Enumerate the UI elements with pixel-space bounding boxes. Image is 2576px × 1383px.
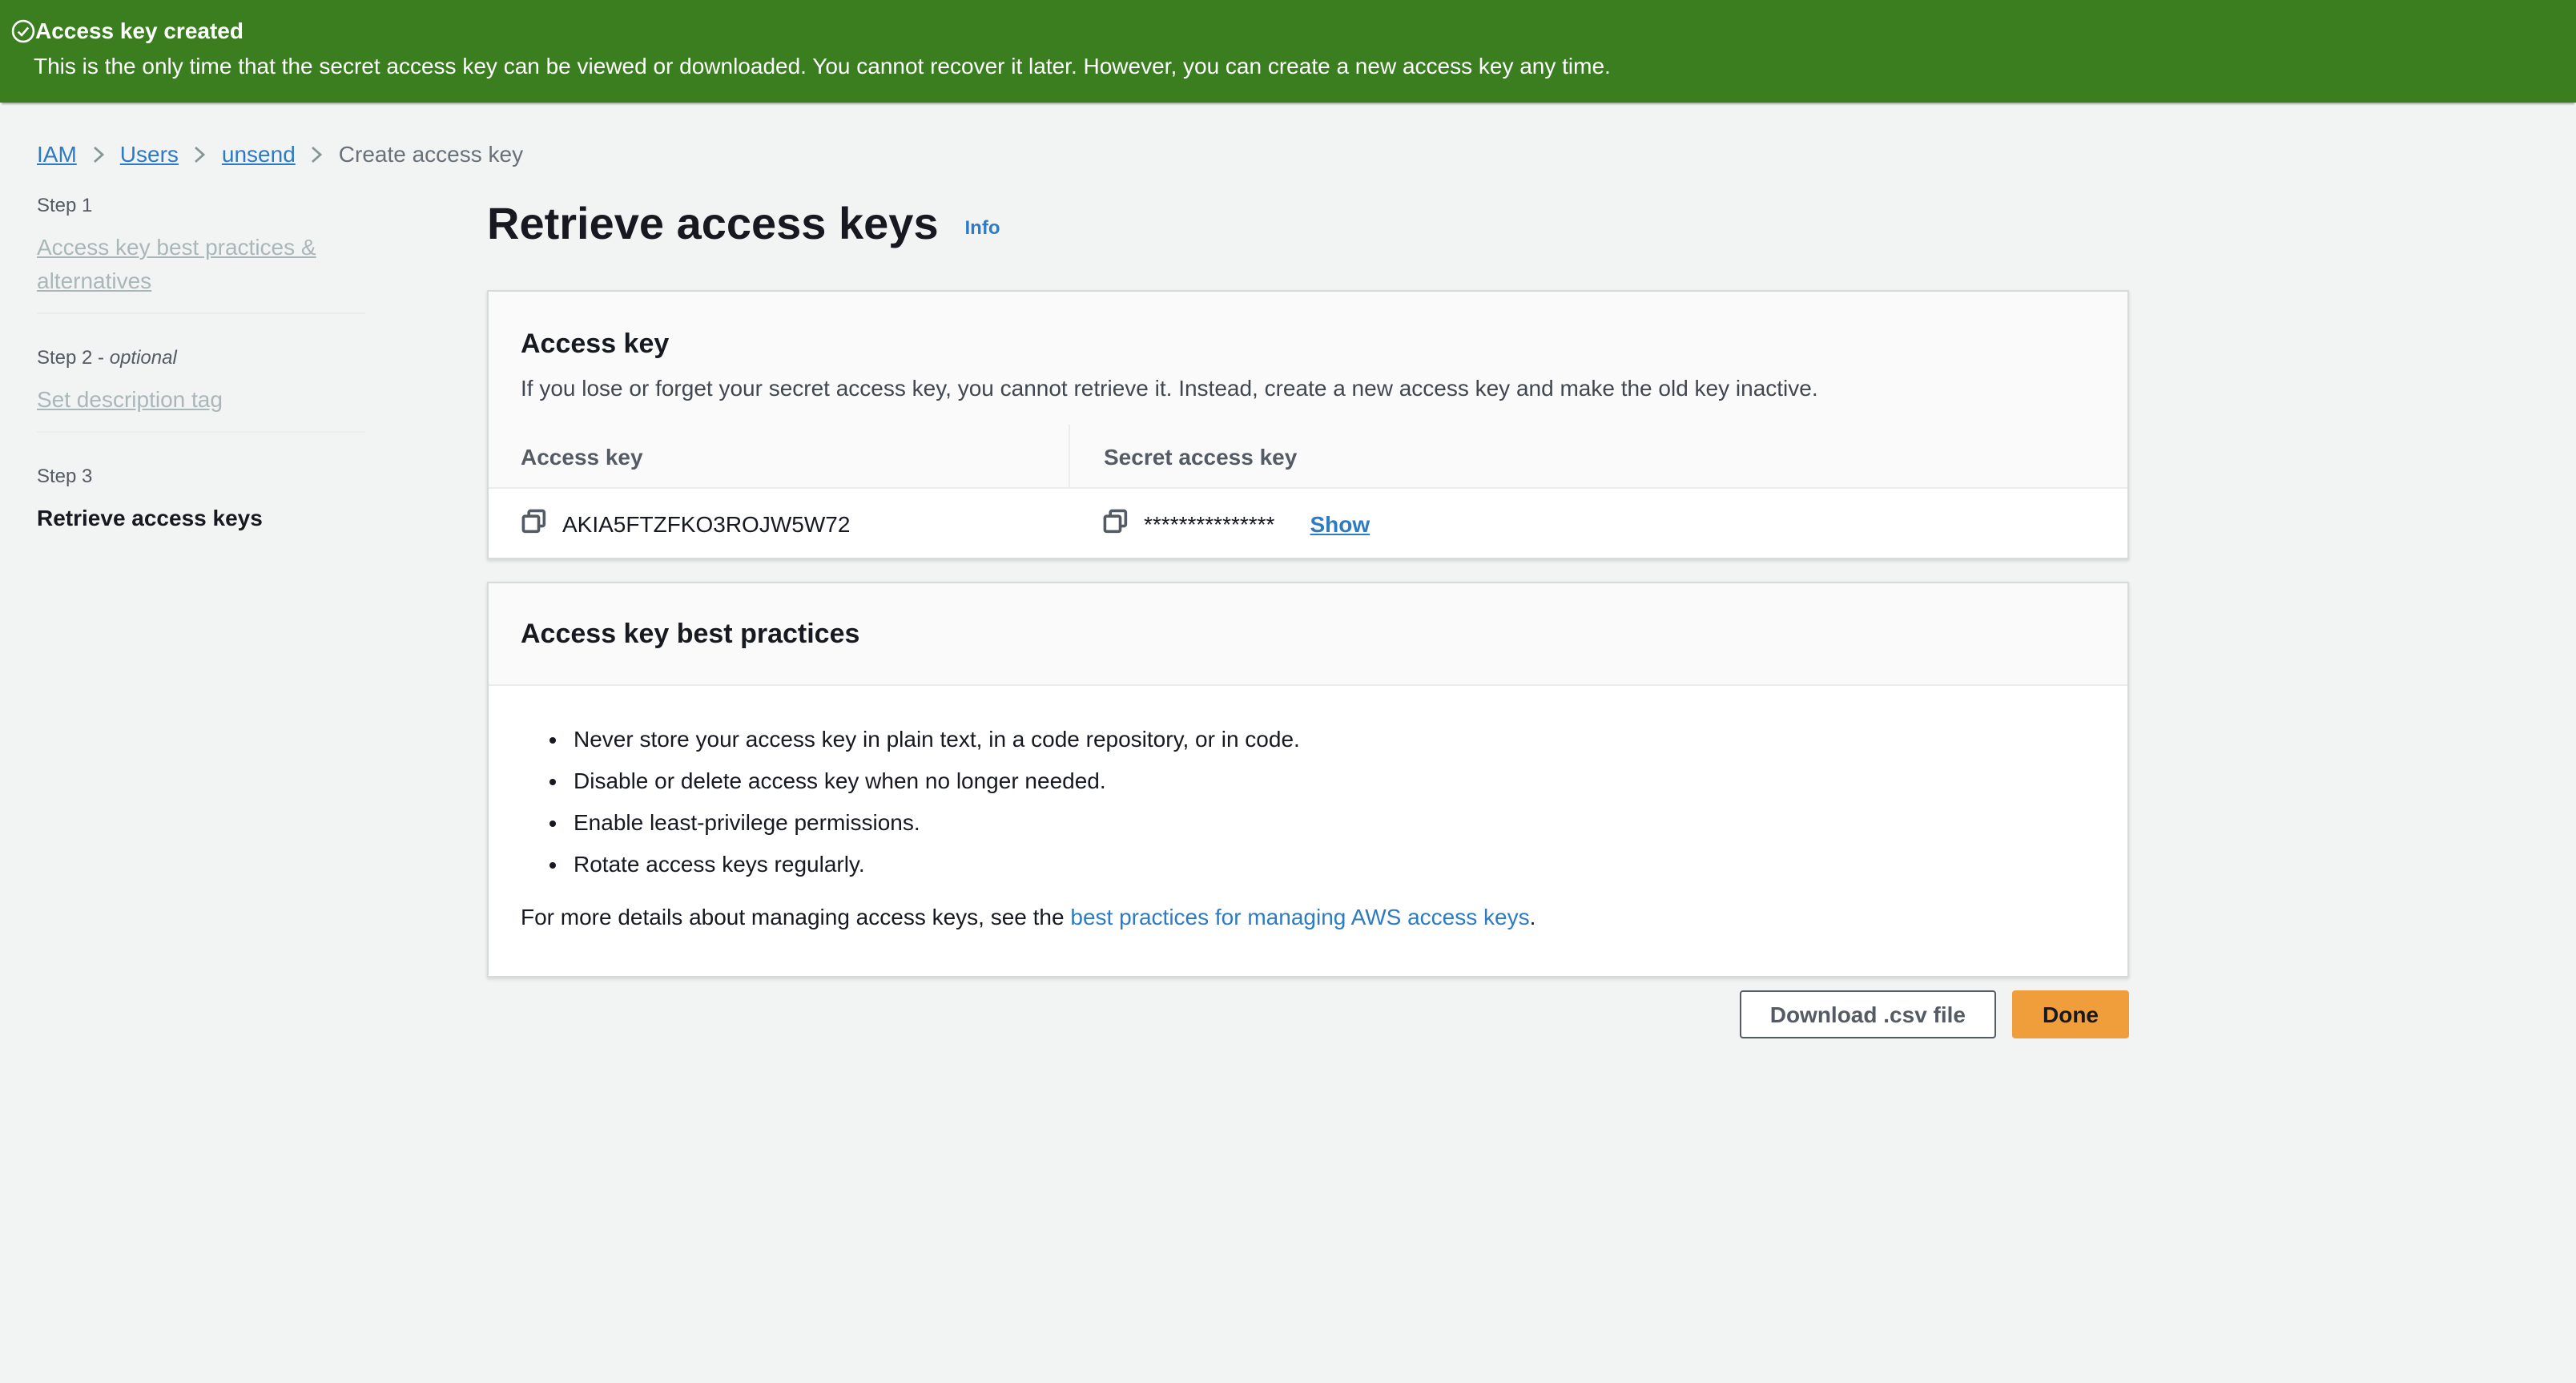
best-practices-card-title: Access key best practices <box>521 617 2095 651</box>
actions-bar: Download .csv file Done <box>487 990 2129 1038</box>
access-key-card-header: Access key If you lose or forget your se… <box>489 292 2127 425</box>
best-practices-footer: For more details about managing access k… <box>521 901 2095 933</box>
step-2-title: Set description tag <box>37 383 365 417</box>
step-1-link[interactable]: Access key best practices & alternatives <box>37 234 316 293</box>
best-practices-link[interactable]: best practices for managing AWS access k… <box>1070 904 1529 929</box>
step-2-label: Step 2 - optional <box>37 348 365 367</box>
step-3-title-current: Retrieve access keys <box>37 502 365 535</box>
best-practices-list: Never store your access key in plain tex… <box>521 723 2095 880</box>
wizard-nav: Step 1 Access key best practices & alter… <box>37 196 365 535</box>
copy-access-key-button[interactable] <box>521 507 548 539</box>
breadcrumb-current: Create access key <box>339 141 523 167</box>
content-layout: Step 1 Access key best practices & alter… <box>0 196 2576 1038</box>
access-key-table-header: Access key Secret access key <box>489 425 2127 489</box>
step-1-title: Access key best practices & alternatives <box>37 231 365 298</box>
info-link[interactable]: Info <box>965 216 1000 239</box>
chevron-right-icon <box>93 145 104 163</box>
divider <box>37 431 365 433</box>
page: Access key created This is the only time… <box>0 0 2576 1383</box>
check-circle-icon <box>11 19 35 43</box>
best-practices-card: Access key best practices Never store yo… <box>487 582 2129 978</box>
copy-icon <box>1102 507 1129 539</box>
show-secret-link[interactable]: Show <box>1310 510 1370 536</box>
flashbar-message: This is the only time that the secret ac… <box>34 53 1611 79</box>
access-key-value: AKIA5FTZFKO3ROJW5W72 <box>562 510 850 536</box>
column-header-secret-access-key: Secret access key <box>1069 425 2127 487</box>
flashbar-success: Access key created This is the only time… <box>0 0 2576 103</box>
breadcrumb-link-users[interactable]: Users <box>120 141 179 167</box>
list-item: Enable least-privilege permissions. <box>574 806 2095 838</box>
list-item: Rotate access keys regularly. <box>574 848 2095 880</box>
access-key-table-row: AKIA5FTZFKO3ROJW5W72 <box>489 489 2127 558</box>
list-item: Disable or delete access key when no lon… <box>574 764 2095 796</box>
access-key-card-description: If you lose or forget your secret access… <box>521 372 2095 404</box>
step-3-label: Step 3 <box>37 466 365 486</box>
best-practices-card-body: Never store your access key in plain tex… <box>489 686 2127 976</box>
breadcrumb-link-unsend[interactable]: unsend <box>222 141 296 167</box>
best-practices-card-header: Access key best practices <box>489 583 2127 686</box>
chevron-right-icon <box>312 145 323 163</box>
breadcrumb-link-iam[interactable]: IAM <box>37 141 77 167</box>
page-header: Retrieve access keys Info <box>487 196 2129 248</box>
access-key-card: Access key If you lose or forget your se… <box>487 290 2129 559</box>
done-button[interactable]: Done <box>2012 990 2129 1038</box>
page-title: Retrieve access keys <box>487 200 939 248</box>
chevron-right-icon <box>195 145 206 163</box>
step-1-label: Step 1 <box>37 196 365 215</box>
column-header-access-key: Access key <box>489 425 1069 487</box>
access-key-card-title: Access key <box>521 327 2095 361</box>
list-item: Never store your access key in plain tex… <box>574 723 2095 755</box>
step-2-link[interactable]: Set description tag <box>37 386 223 412</box>
secret-key-masked: *************** <box>1144 510 1274 536</box>
main-content: Retrieve access keys Info Access key If … <box>487 196 2129 1038</box>
divider <box>37 312 365 314</box>
copy-icon <box>521 507 548 539</box>
flashbar-title: Access key created <box>35 18 244 43</box>
breadcrumb: IAM Users unsend Create access key <box>0 103 2576 167</box>
copy-secret-key-button[interactable] <box>1102 507 1129 539</box>
download-csv-button[interactable]: Download .csv file <box>1740 990 1996 1038</box>
